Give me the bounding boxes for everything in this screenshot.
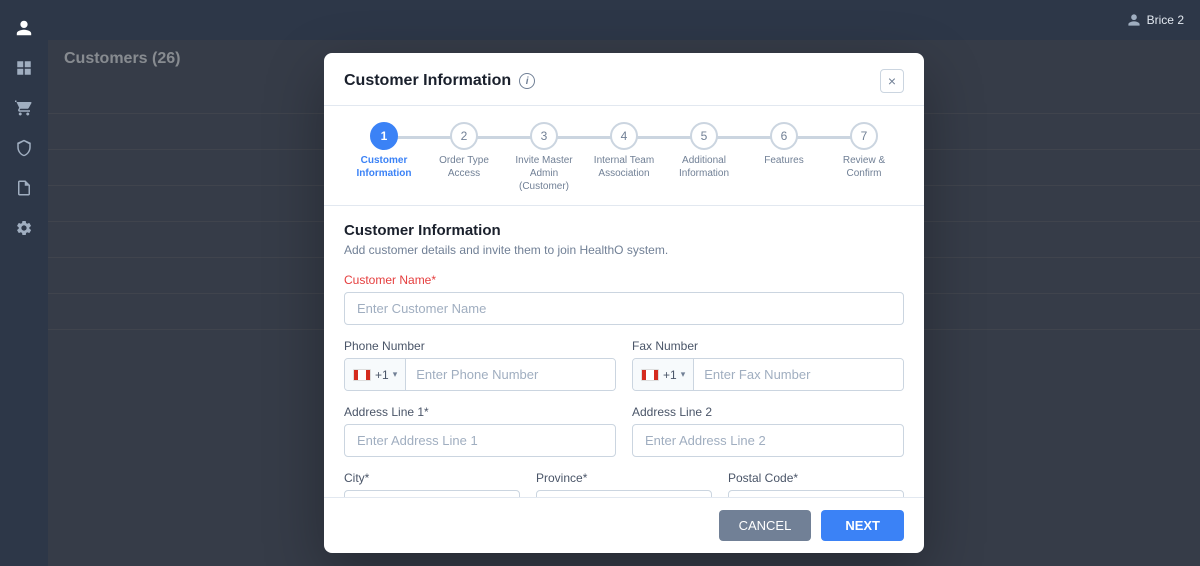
fax-number-input[interactable] (694, 359, 903, 390)
sidebar-icon-doc[interactable] (8, 172, 40, 204)
address1-input[interactable] (344, 424, 616, 457)
step-2[interactable]: 2 Order Type Access (424, 122, 504, 180)
phone-label: Phone Number (344, 339, 616, 353)
step-circle-6: 6 (770, 122, 798, 150)
fax-input-wrapper: +1 ▾ (632, 358, 904, 391)
step-label-5: AdditionalInformation (679, 154, 729, 180)
info-icon[interactable]: i (519, 73, 535, 89)
customer-name-group: Customer Name* (344, 273, 904, 325)
sidebar-icon-grid[interactable] (8, 52, 40, 84)
phone-code: +1 (375, 368, 389, 382)
section-description: Add customer details and invite them to … (344, 243, 904, 257)
step-circle-1: 1 (370, 122, 398, 150)
sidebar-icon-gear[interactable] (8, 212, 40, 244)
postal-group: Postal Code* (728, 471, 904, 497)
step-label-6: Features (764, 154, 803, 167)
fax-code: +1 (663, 368, 677, 382)
canada-flag (353, 369, 371, 381)
fax-dropdown-icon: ▾ (681, 369, 686, 380)
step-circle-4: 4 (610, 122, 638, 150)
sidebar-icon-box[interactable] (8, 132, 40, 164)
modal-footer: CANCEL NEXT (324, 497, 924, 553)
address2-label: Address Line 2 (632, 405, 904, 419)
step-circle-3: 3 (530, 122, 558, 150)
province-input[interactable] (536, 490, 712, 497)
customer-info-modal: Customer Information i × 1 CustomerInfor… (324, 53, 924, 553)
address2-input[interactable] (632, 424, 904, 457)
step-7[interactable]: 7 Review & Confirm (824, 122, 904, 180)
phone-number-input[interactable] (406, 359, 615, 390)
close-button[interactable]: × (880, 69, 904, 93)
postal-label: Postal Code* (728, 471, 904, 485)
user-info: Brice 2 (1127, 13, 1184, 27)
province-label: Province* (536, 471, 712, 485)
city-label: City* (344, 471, 520, 485)
step-circle-2: 2 (450, 122, 478, 150)
content-area: Customers (26) Customer Information i (48, 40, 1200, 566)
sidebar-icon-cart[interactable] (8, 92, 40, 124)
address2-group: Address Line 2 (632, 405, 904, 457)
postal-code-input[interactable] (728, 490, 904, 497)
username: Brice 2 (1147, 13, 1184, 27)
cancel-button[interactable]: CANCEL (719, 510, 812, 541)
main-content: Brice 2 Customers (26) Customer (48, 0, 1200, 566)
step-5[interactable]: 5 AdditionalInformation (664, 122, 744, 180)
next-button[interactable]: NEXT (821, 510, 904, 541)
modal-header: Customer Information i × (324, 53, 924, 106)
city-group: City* (344, 471, 520, 497)
step-1[interactable]: 1 CustomerInformation (344, 122, 424, 180)
step-circle-7: 7 (850, 122, 878, 150)
steps: 1 CustomerInformation 2 Order Type Acces… (344, 122, 904, 193)
phone-group: Phone Number +1 ▾ (344, 339, 616, 391)
step-circle-5: 5 (690, 122, 718, 150)
steps-container: 1 CustomerInformation 2 Order Type Acces… (324, 106, 924, 206)
sidebar (0, 0, 48, 566)
fax-label: Fax Number (632, 339, 904, 353)
step-label-2: Order Type Access (424, 154, 504, 180)
modal-title: Customer Information i (344, 72, 535, 90)
customer-name-input[interactable] (344, 292, 904, 325)
address1-label: Address Line 1* (344, 405, 616, 419)
fax-prefix[interactable]: +1 ▾ (633, 359, 694, 390)
fax-group: Fax Number +1 ▾ (632, 339, 904, 391)
step-label-1: CustomerInformation (357, 154, 412, 180)
top-bar: Brice 2 (48, 0, 1200, 40)
address-row: Address Line 1* Address Line 2 (344, 405, 904, 471)
phone-prefix[interactable]: +1 ▾ (345, 359, 406, 390)
step-label-7: Review & Confirm (824, 154, 904, 180)
modal-body: Customer Information Add customer detail… (324, 206, 924, 497)
phone-fax-row: Phone Number +1 ▾ (344, 339, 904, 405)
customer-name-label: Customer Name* (344, 273, 904, 287)
step-label-3: Invite MasterAdmin (Customer) (504, 154, 584, 193)
sidebar-icon-user[interactable] (8, 12, 40, 44)
step-label-4: Internal TeamAssociation (594, 154, 654, 180)
fax-flag (641, 369, 659, 381)
step-3[interactable]: 3 Invite MasterAdmin (Customer) (504, 122, 584, 193)
city-province-postal-row: City* Province* Postal Code* (344, 471, 904, 497)
address1-group: Address Line 1* (344, 405, 616, 457)
step-4[interactable]: 4 Internal TeamAssociation (584, 122, 664, 180)
phone-input-wrapper: +1 ▾ (344, 358, 616, 391)
province-group: Province* (536, 471, 712, 497)
phone-dropdown-icon: ▾ (393, 369, 398, 380)
city-input[interactable] (344, 490, 520, 497)
modal-overlay: Customer Information i × 1 CustomerInfor… (48, 40, 1200, 566)
step-6[interactable]: 6 Features (744, 122, 824, 167)
section-heading: Customer Information (344, 222, 904, 239)
